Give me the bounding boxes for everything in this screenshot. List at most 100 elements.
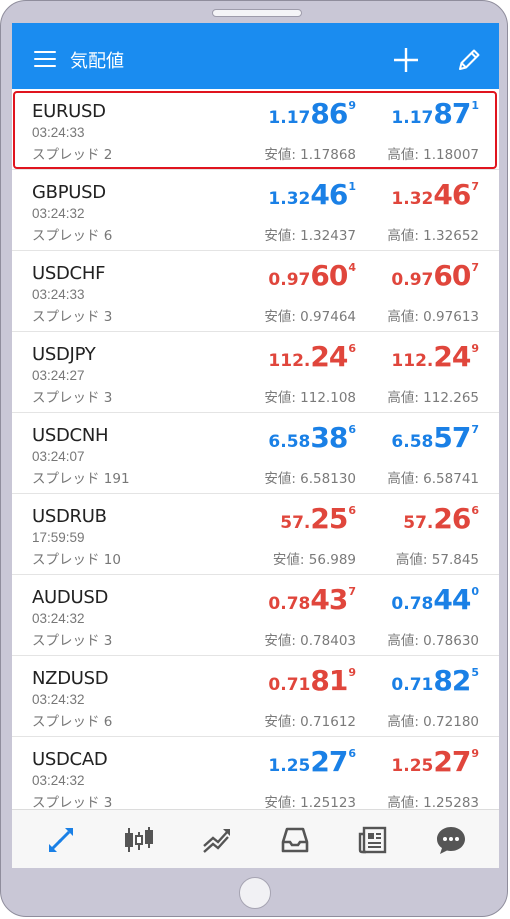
news-icon[interactable] (357, 824, 389, 856)
spread-label: スプレッド 10 (32, 552, 121, 568)
bid-price-prefix: 1.17 (268, 108, 311, 128)
quote-time: 03:24:32 (32, 611, 85, 626)
quote-row[interactable]: GBPUSD 03:24:32 スプレッド 6 1.32461 1.32467 安値: 1… (12, 170, 499, 251)
ask-price-prefix: 1.32 (391, 189, 434, 209)
quote-row[interactable]: USDJPY 03:24:27 スプレッド 3 112.246 112.249 安値: 1… (12, 332, 499, 413)
bid-price-fraction: 9 (348, 99, 356, 112)
quote-row[interactable]: USDCNH 03:24:07 スプレッド 191 6.58386 6.58577 安値:… (12, 413, 499, 494)
low-value: 安値: 1.17868 (264, 147, 356, 163)
quote-row[interactable]: EURUSD 03:24:33 スプレッド 2 1.17869 1.17871 安値: 1… (12, 89, 499, 170)
spread-label: スプレッド 6 (32, 228, 113, 244)
app-screen: 気配値 EURUSD 03:24:33 スプレッド 2 1.17869 1.17871 安… (12, 23, 499, 868)
ask-price: 6.58577 (391, 421, 479, 455)
ask-price-prefix: 1.25 (391, 756, 434, 776)
symbol-label: GBPUSD (32, 182, 106, 203)
high-value: 高値: 1.18007 (387, 147, 479, 163)
symbol-label: USDCAD (32, 749, 108, 770)
plus-icon[interactable] (393, 47, 419, 73)
quote-row[interactable]: USDRUB 17:59:59 スプレッド 10 57.256 57. 266 安値: 56… (12, 494, 499, 575)
ask-price-prefix: 6.58 (391, 432, 434, 452)
ask-price-prefix: 1.17 (391, 108, 434, 128)
low-value: 安値: 56.989 (272, 552, 356, 568)
quote-time: 17:59:59 (32, 530, 85, 545)
ask-price-fraction: 1 (471, 99, 479, 112)
high-value: 高値: 0.72180 (387, 714, 479, 730)
candlestick-chart-icon[interactable] (123, 824, 155, 856)
bid-price-fraction: 4 (348, 261, 356, 274)
high-value: 高値: 1.32652 (387, 228, 479, 244)
high-value: 高値: 0.97613 (387, 309, 479, 325)
symbol-label: EURUSD (32, 101, 106, 122)
ask-price-prefix: 0.97 (391, 270, 434, 290)
low-value: 安値: 1.32437 (264, 228, 356, 244)
bid-price-fraction: 6 (348, 342, 356, 355)
ask-price-pips: 87 (433, 97, 471, 130)
spread-label: スプレッド 191 (32, 471, 130, 487)
symbol-label: NZDUSD (32, 668, 109, 689)
bid-price-pips: 60 (310, 259, 348, 292)
quote-time: 03:24:33 (32, 287, 85, 302)
bid-price: 0.97604 (268, 259, 356, 293)
bid-price-pips: 81 (310, 664, 348, 697)
bid-price-prefix: 57. (280, 513, 311, 533)
ask-price-fraction: 7 (471, 180, 479, 193)
low-value: 安値: 0.71612 (264, 714, 356, 730)
bid-price-pips: 43 (310, 583, 348, 616)
ask-price-prefix: 0.71 (391, 675, 434, 695)
symbol-label: USDRUB (32, 506, 107, 527)
trade-icon[interactable] (201, 824, 233, 856)
history-inbox-icon[interactable] (279, 824, 311, 856)
bid-price-fraction: 7 (348, 585, 356, 598)
ask-price-pips: 82 (433, 664, 471, 697)
symbol-label: USDCNH (32, 425, 109, 446)
quote-time: 03:24:33 (32, 125, 85, 140)
spread-label: スプレッド 3 (32, 309, 113, 325)
ask-price-fraction: 6 (471, 504, 479, 517)
quotes-arrows-icon[interactable] (45, 824, 77, 856)
app-bar: 気配値 (12, 23, 499, 89)
quote-row[interactable]: USDCAD 03:24:32 スプレッド 3 1.25276 1.25279 安値: 1… (12, 737, 499, 818)
symbol-label: USDJPY (32, 344, 96, 365)
ask-price: 1.17871 (391, 97, 479, 131)
quote-time: 03:24:27 (32, 368, 85, 383)
bottom-tab-bar (12, 809, 499, 868)
spread-label: スプレッド 6 (32, 714, 113, 730)
bid-price-pips: 46 (310, 178, 348, 211)
spread-label: スプレッド 3 (32, 633, 113, 649)
spread-label: スプレッド 3 (32, 390, 113, 406)
chat-icon[interactable] (435, 824, 467, 856)
bid-price: 1.25276 (268, 745, 356, 779)
ask-price-pips: 26 (433, 502, 471, 535)
bid-price-prefix: 6.58 (268, 432, 311, 452)
high-value: 高値: 57.845 (395, 552, 479, 568)
low-value: 安値: 0.78403 (264, 633, 356, 649)
ask-price: 112.249 (391, 340, 479, 374)
quote-row[interactable]: USDCHF 03:24:33 スプレッド 3 0.97604 0.97607 安値: 0… (12, 251, 499, 332)
high-value: 高値: 0.78630 (387, 633, 479, 649)
home-button[interactable] (239, 877, 271, 909)
quote-row[interactable]: AUDUSD 03:24:32 スプレッド 3 0.78437 0.78440 安値: 0… (12, 575, 499, 656)
ask-price-prefix: 112. (391, 351, 434, 371)
spread-label: スプレッド 3 (32, 795, 113, 811)
quote-time: 03:24:32 (32, 773, 85, 788)
bid-price-prefix: 0.78 (268, 594, 311, 614)
bid-price-pips: 24 (310, 340, 348, 373)
bid-price: 57.256 (280, 502, 356, 536)
quote-time: 03:24:32 (32, 206, 85, 221)
bid-price-pips: 38 (310, 421, 348, 454)
low-value: 安値: 1.25123 (264, 795, 356, 811)
high-value: 高値: 112.265 (387, 390, 479, 406)
ask-price-pips: 57 (433, 421, 471, 454)
quote-row[interactable]: NZDUSD 03:24:32 スプレッド 6 0.71819 0.71825 安値: 0… (12, 656, 499, 737)
ask-price-fraction: 5 (471, 666, 479, 679)
bid-price-pips: 86 (310, 97, 348, 130)
low-value: 安値: 112.108 (264, 390, 356, 406)
ask-price-pips: 44 (433, 583, 471, 616)
high-value: 高値: 6.58741 (387, 471, 479, 487)
bid-price-fraction: 6 (348, 747, 356, 760)
bid-price: 112.246 (268, 340, 356, 374)
pencil-icon[interactable] (456, 47, 482, 73)
menu-icon[interactable] (34, 51, 56, 67)
ask-price-fraction: 9 (471, 342, 479, 355)
bid-price-fraction: 6 (348, 423, 356, 436)
